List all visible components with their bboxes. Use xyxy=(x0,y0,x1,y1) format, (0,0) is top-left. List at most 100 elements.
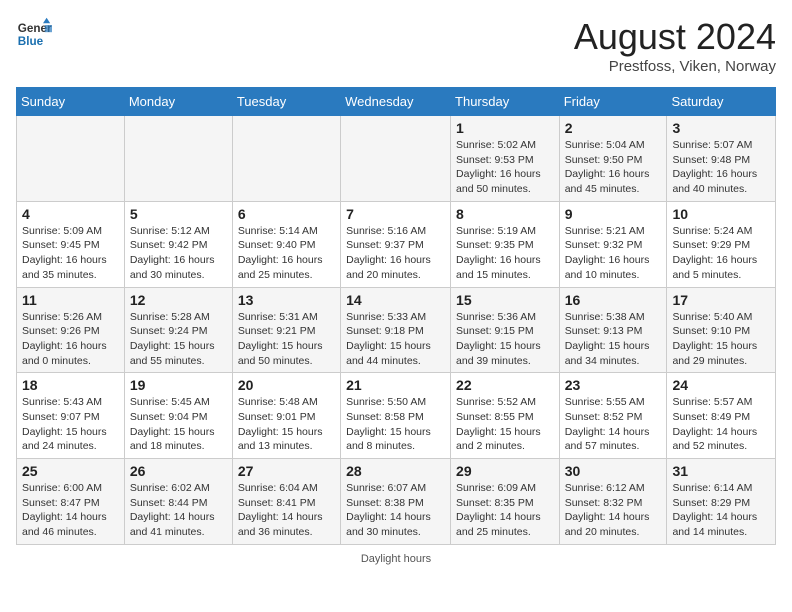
day-number: 16 xyxy=(565,292,662,308)
weekday-header-row: SundayMondayTuesdayWednesdayThursdayFrid… xyxy=(17,88,776,116)
day-info: Sunrise: 5:07 AM Sunset: 9:48 PM Dayligh… xyxy=(672,138,770,197)
day-number: 28 xyxy=(346,463,445,479)
day-info: Sunrise: 6:12 AM Sunset: 8:32 PM Dayligh… xyxy=(565,481,662,540)
day-info: Sunrise: 5:55 AM Sunset: 8:52 PM Dayligh… xyxy=(565,395,662,454)
calendar-cell: 20 Sunrise: 5:48 AM Sunset: 9:01 PM Dayli… xyxy=(232,373,340,459)
calendar-cell: 3 Sunrise: 5:07 AM Sunset: 9:48 PM Daylig… xyxy=(667,116,776,202)
day-number: 11 xyxy=(22,292,119,308)
logo-icon: General Blue xyxy=(16,16,52,52)
calendar-cell: 1 Sunrise: 5:02 AM Sunset: 9:53 PM Daylig… xyxy=(451,116,560,202)
calendar-cell: 19 Sunrise: 5:45 AM Sunset: 9:04 PM Dayli… xyxy=(124,373,232,459)
day-number: 18 xyxy=(22,377,119,393)
day-info: Sunrise: 6:14 AM Sunset: 8:29 PM Dayligh… xyxy=(672,481,770,540)
day-number: 12 xyxy=(130,292,227,308)
day-info: Sunrise: 5:09 AM Sunset: 9:45 PM Dayligh… xyxy=(22,224,119,283)
calendar-cell: 8 Sunrise: 5:19 AM Sunset: 9:35 PM Daylig… xyxy=(451,201,560,287)
calendar-cell: 5 Sunrise: 5:12 AM Sunset: 9:42 PM Daylig… xyxy=(124,201,232,287)
day-info: Sunrise: 5:33 AM Sunset: 9:18 PM Dayligh… xyxy=(346,310,445,369)
calendar-cell: 4Sunrise: 5:09 AM Sunset: 9:45 PM Daylig… xyxy=(17,201,125,287)
day-number: 31 xyxy=(672,463,770,479)
day-number: 2 xyxy=(565,120,662,136)
calendar-cell: 16 Sunrise: 5:38 AM Sunset: 9:13 PM Dayli… xyxy=(559,287,667,373)
calendar-cell: 25 Sunrise: 6:00 AM Sunset: 8:47 PM Dayli… xyxy=(17,459,125,545)
day-info: Sunrise: 5:52 AM Sunset: 8:55 PM Dayligh… xyxy=(456,395,554,454)
calendar-cell: 7 Sunrise: 5:16 AM Sunset: 9:37 PM Daylig… xyxy=(341,201,451,287)
day-number: 30 xyxy=(565,463,662,479)
calendar-cell: 2 Sunrise: 5:04 AM Sunset: 9:50 PM Daylig… xyxy=(559,116,667,202)
calendar-cell: 15Sunrise: 5:36 AM Sunset: 9:15 PM Dayli… xyxy=(451,287,560,373)
day-number: 3 xyxy=(672,120,770,136)
calendar-week-row: 11 Sunrise: 5:26 AM Sunset: 9:26 PM Dayli… xyxy=(17,287,776,373)
calendar-week-row: 4Sunrise: 5:09 AM Sunset: 9:45 PM Daylig… xyxy=(17,201,776,287)
calendar-cell xyxy=(341,116,451,202)
day-info: Sunrise: 5:04 AM Sunset: 9:50 PM Dayligh… xyxy=(565,138,662,197)
calendar-cell: 18 Sunrise: 5:43 AM Sunset: 9:07 PM Dayli… xyxy=(17,373,125,459)
calendar-cell: 31 Sunrise: 6:14 AM Sunset: 8:29 PM Dayli… xyxy=(667,459,776,545)
day-number: 27 xyxy=(238,463,335,479)
month-title: August 2024 xyxy=(574,16,776,58)
location: Prestfoss, Viken, Norway xyxy=(574,58,776,75)
day-number: 10 xyxy=(672,206,770,222)
day-info: Sunrise: 6:04 AM Sunset: 8:41 PM Dayligh… xyxy=(238,481,335,540)
day-number: 22 xyxy=(456,377,554,393)
calendar-cell: 12Sunrise: 5:28 AM Sunset: 9:24 PM Dayli… xyxy=(124,287,232,373)
day-number: 24 xyxy=(672,377,770,393)
day-info: Sunrise: 5:19 AM Sunset: 9:35 PM Dayligh… xyxy=(456,224,554,283)
calendar-cell: 26Sunrise: 6:02 AM Sunset: 8:44 PM Dayli… xyxy=(124,459,232,545)
day-info: Sunrise: 5:50 AM Sunset: 8:58 PM Dayligh… xyxy=(346,395,445,454)
day-number: 7 xyxy=(346,206,445,222)
calendar-week-row: 18 Sunrise: 5:43 AM Sunset: 9:07 PM Dayli… xyxy=(17,373,776,459)
day-info: Sunrise: 5:57 AM Sunset: 8:49 PM Dayligh… xyxy=(672,395,770,454)
day-number: 25 xyxy=(22,463,119,479)
day-info: Sunrise: 5:31 AM Sunset: 9:21 PM Dayligh… xyxy=(238,310,335,369)
calendar-cell xyxy=(124,116,232,202)
day-number: 20 xyxy=(238,377,335,393)
day-info: Sunrise: 5:02 AM Sunset: 9:53 PM Dayligh… xyxy=(456,138,554,197)
svg-text:Blue: Blue xyxy=(18,35,44,48)
weekday-header: Monday xyxy=(124,88,232,116)
day-info: Sunrise: 5:45 AM Sunset: 9:04 PM Dayligh… xyxy=(130,395,227,454)
calendar-cell: 28 Sunrise: 6:07 AM Sunset: 8:38 PM Dayli… xyxy=(341,459,451,545)
footer-label: Daylight hours xyxy=(361,553,431,565)
calendar-cell: 30 Sunrise: 6:12 AM Sunset: 8:32 PM Dayli… xyxy=(559,459,667,545)
day-number: 19 xyxy=(130,377,227,393)
header: General Blue August 2024 Prestfoss, Vike… xyxy=(16,16,776,75)
weekday-header: Thursday xyxy=(451,88,560,116)
day-number: 6 xyxy=(238,206,335,222)
day-info: Sunrise: 5:36 AM Sunset: 9:15 PM Dayligh… xyxy=(456,310,554,369)
day-number: 29 xyxy=(456,463,554,479)
calendar-cell xyxy=(17,116,125,202)
weekday-header: Wednesday xyxy=(341,88,451,116)
day-info: Sunrise: 5:24 AM Sunset: 9:29 PM Dayligh… xyxy=(672,224,770,283)
calendar-cell: 9Sunrise: 5:21 AM Sunset: 9:32 PM Daylig… xyxy=(559,201,667,287)
calendar-cell: 17 Sunrise: 5:40 AM Sunset: 9:10 PM Dayli… xyxy=(667,287,776,373)
day-info: Sunrise: 5:12 AM Sunset: 9:42 PM Dayligh… xyxy=(130,224,227,283)
day-number: 5 xyxy=(130,206,227,222)
day-info: Sunrise: 5:40 AM Sunset: 9:10 PM Dayligh… xyxy=(672,310,770,369)
footer: Daylight hours xyxy=(16,553,776,565)
weekday-header: Sunday xyxy=(17,88,125,116)
day-info: Sunrise: 6:00 AM Sunset: 8:47 PM Dayligh… xyxy=(22,481,119,540)
calendar-cell: 23Sunrise: 5:55 AM Sunset: 8:52 PM Dayli… xyxy=(559,373,667,459)
day-number: 14 xyxy=(346,292,445,308)
logo: General Blue xyxy=(16,16,52,52)
day-number: 26 xyxy=(130,463,227,479)
weekday-header: Tuesday xyxy=(232,88,340,116)
calendar-cell: 13Sunrise: 5:31 AM Sunset: 9:21 PM Dayli… xyxy=(232,287,340,373)
day-number: 17 xyxy=(672,292,770,308)
calendar-cell: 11 Sunrise: 5:26 AM Sunset: 9:26 PM Dayli… xyxy=(17,287,125,373)
day-number: 8 xyxy=(456,206,554,222)
weekday-header: Saturday xyxy=(667,88,776,116)
day-info: Sunrise: 5:21 AM Sunset: 9:32 PM Dayligh… xyxy=(565,224,662,283)
day-info: Sunrise: 5:48 AM Sunset: 9:01 PM Dayligh… xyxy=(238,395,335,454)
day-info: Sunrise: 5:38 AM Sunset: 9:13 PM Dayligh… xyxy=(565,310,662,369)
day-info: Sunrise: 6:07 AM Sunset: 8:38 PM Dayligh… xyxy=(346,481,445,540)
calendar-cell: 14 Sunrise: 5:33 AM Sunset: 9:18 PM Dayli… xyxy=(341,287,451,373)
day-info: Sunrise: 5:43 AM Sunset: 9:07 PM Dayligh… xyxy=(22,395,119,454)
day-info: Sunrise: 5:26 AM Sunset: 9:26 PM Dayligh… xyxy=(22,310,119,369)
weekday-header: Friday xyxy=(559,88,667,116)
calendar-cell: 6 Sunrise: 5:14 AM Sunset: 9:40 PM Daylig… xyxy=(232,201,340,287)
day-info: Sunrise: 5:14 AM Sunset: 9:40 PM Dayligh… xyxy=(238,224,335,283)
day-number: 1 xyxy=(456,120,554,136)
day-info: Sunrise: 5:16 AM Sunset: 9:37 PM Dayligh… xyxy=(346,224,445,283)
